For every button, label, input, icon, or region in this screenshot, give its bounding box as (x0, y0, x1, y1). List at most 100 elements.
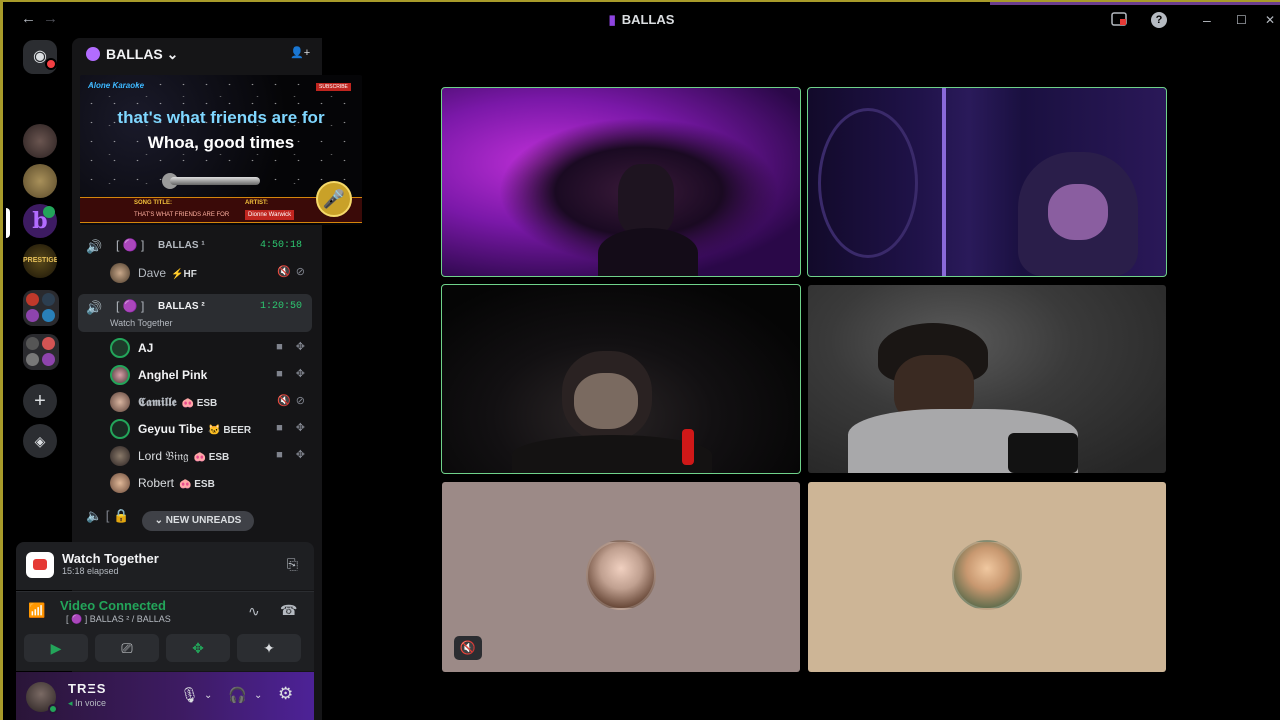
speaker-icon: 🔊 (86, 300, 103, 315)
camera-button[interactable]: ▶ (24, 634, 88, 662)
artist-label: ARTIST: (245, 200, 268, 206)
audio-tile[interactable]: 🔇 (442, 482, 800, 672)
person-hand (1008, 433, 1078, 473)
voice-member[interactable]: Dave ⚡HF 🔇⊘ (110, 262, 310, 284)
member-name: Lord 𝔅𝔦𝔫𝔤 🐽 ESB (138, 449, 230, 463)
activity-elapsed: 15:18 elapsed (62, 566, 119, 576)
avatar (110, 473, 130, 493)
discover-icon[interactable]: ◈ (23, 424, 57, 458)
member-name: Geyuu Tibe 🐱 BEER (138, 422, 252, 436)
subscribe-badge: SUBSCRIBE (316, 83, 351, 91)
activity-panel: Watch Together 15:18 elapsed ⎘ (16, 542, 314, 590)
voice-connection-panel: 📶 Video Connected [ 🟣 ] BALLAS ² / BALLA… (16, 591, 314, 671)
add-server-icon[interactable]: + (23, 384, 57, 418)
disconnect-icon[interactable]: ☎ (280, 602, 297, 619)
voice-channel-ballas-2[interactable]: 🔊 [ 🟣 ] BALLAS ² 1:20:50 Watch Together (86, 296, 316, 332)
new-unreads-button[interactable]: ⌄ NEW UNREADS (142, 511, 254, 531)
connection-status[interactable]: Video Connected (60, 598, 166, 613)
help-icon[interactable]: ? (1151, 12, 1167, 28)
discord-window: ← → ▮ BALLAS ? – ☐ ✕ ◉ b PRESTIGE + ◈ BA… (0, 0, 1280, 720)
video-tile[interactable] (807, 87, 1167, 277)
karaoke-stream-preview[interactable]: Alone Karaoke SUBSCRIBE that's what frie… (80, 75, 362, 225)
voice-member[interactable]: Anghel Pink ■ ✥ (110, 364, 310, 386)
activity-title: Watch Together (62, 551, 159, 566)
leave-activity-icon[interactable]: ⎘ (287, 556, 298, 573)
screen-share-button[interactable]: ⎚ (95, 634, 159, 662)
speaker-icon: 🔊 (86, 239, 103, 254)
avatar (110, 446, 130, 466)
noise-suppression-icon[interactable]: ∿ (248, 603, 260, 620)
video-activity-icons: ■ ✥ (276, 422, 310, 434)
member-tag: 🐽 ESB (181, 398, 218, 409)
channel-name: BALLAS ² (158, 301, 205, 312)
video-tile[interactable] (441, 87, 801, 277)
member-name: Anghel Pink (138, 368, 208, 382)
locked-voice-channel[interactable]: 🔈 [ 🔒 (86, 508, 129, 524)
user-panel: TRΞS ◂ In voice 🎙 ⌄ 🎧 ⌄ ⚙ (16, 672, 314, 720)
selected-server-pill (6, 208, 10, 238)
server-folder-icon[interactable] (23, 290, 59, 326)
avatar (110, 392, 130, 412)
person-shoulders (598, 228, 698, 276)
channel-timer: 4:50:18 (260, 240, 303, 251)
avatar (110, 263, 130, 283)
karaoke-logo: Alone Karaoke (88, 81, 145, 90)
inbox-icon[interactable] (1111, 12, 1127, 29)
voice-member[interactable]: Geyuu Tibe 🐱 BEER ■ ✥ (110, 418, 310, 440)
voice-channel-ballas-1[interactable]: 🔊 [ 🟣 ] BALLAS ¹ 4:50:18 (86, 235, 316, 259)
voice-member[interactable]: Robert 🐽 ESB (110, 472, 310, 494)
channel-timer: 1:20:50 (260, 301, 303, 312)
background-ring (818, 108, 918, 258)
video-tile[interactable] (441, 284, 801, 474)
user-status: ◂ In voice (68, 698, 107, 708)
artist-name: Dionne Warwick (245, 210, 295, 220)
invite-people-icon[interactable]: 👤+ (290, 46, 310, 59)
channel-activity: Watch Together (110, 318, 173, 328)
headphones-icon[interactable]: 🎧 (228, 686, 247, 704)
voice-member[interactable]: Lord 𝔅𝔦𝔫𝔤 🐽 ESB ■ ✥ (110, 445, 310, 467)
video-activity-icons: ■ ✥ (276, 368, 310, 380)
close-icon[interactable]: ✕ (1265, 12, 1275, 28)
online-status-dot (48, 704, 58, 714)
gear-icon[interactable]: ⚙ (278, 684, 293, 704)
activities-button[interactable]: ✥ (166, 634, 230, 662)
avatar (110, 338, 130, 358)
connection-signal-icon[interactable]: 📶 (28, 602, 45, 619)
video-tile[interactable] (808, 285, 1166, 473)
member-tag: 🐽 ESB (179, 479, 215, 490)
server-icon[interactable] (23, 164, 57, 198)
microphone-icon[interactable]: 🎙 (180, 686, 199, 704)
avatar (110, 419, 130, 439)
member-name: 𝕮𝖆𝖒𝖎𝖑𝖑𝖊 🐽 ESB (138, 395, 218, 409)
member-name: AJ (138, 341, 154, 355)
connection-channel-path: [ 🟣 ] BALLAS ² / BALLAS (66, 614, 171, 624)
avatar (586, 540, 656, 610)
minimize-icon[interactable]: – (1203, 12, 1211, 28)
voice-active-badge (43, 206, 55, 218)
server-icon[interactable] (23, 124, 57, 158)
window-title-text: BALLAS (621, 12, 675, 27)
prestige-server-icon[interactable]: PRESTIGE (23, 244, 57, 278)
lyric-line-next: Whoa, good times (147, 133, 295, 152)
chevron-down-icon[interactable]: ⌄ (204, 690, 212, 701)
avatar (110, 365, 130, 385)
title-bar: ← → ▮ BALLAS ? – ☐ ✕ (3, 2, 1280, 38)
chevron-down-icon[interactable]: ⌄ (254, 690, 262, 701)
voice-member[interactable]: AJ ■ ✥ (110, 337, 310, 359)
audio-tile[interactable] (808, 482, 1166, 672)
avatar (952, 540, 1022, 610)
channel-emblem: [ 🟣 ] (116, 299, 145, 313)
song-title: THAT'S WHAT FRIENDS ARE FOR (134, 212, 230, 218)
server-name: BALLAS ⌄ (106, 46, 179, 62)
muted-icon: 🔇 (454, 636, 482, 660)
video-activity-icons: ■ ✥ (276, 341, 310, 353)
voice-channel-icon: ▮ (608, 12, 616, 27)
soundboard-button[interactable]: ✦ (237, 634, 301, 662)
maximize-icon[interactable]: ☐ (1236, 12, 1247, 28)
person-silhouette (618, 164, 674, 234)
red-light (682, 429, 694, 465)
microphone-icon: 🎤 (316, 181, 352, 217)
server-header[interactable]: BALLAS ⌄ (86, 46, 178, 66)
voice-member[interactable]: 𝕮𝖆𝖒𝖎𝖑𝖑𝖊 🐽 ESB 🔇⊘ (110, 391, 310, 413)
server-folder-icon[interactable] (23, 334, 59, 370)
